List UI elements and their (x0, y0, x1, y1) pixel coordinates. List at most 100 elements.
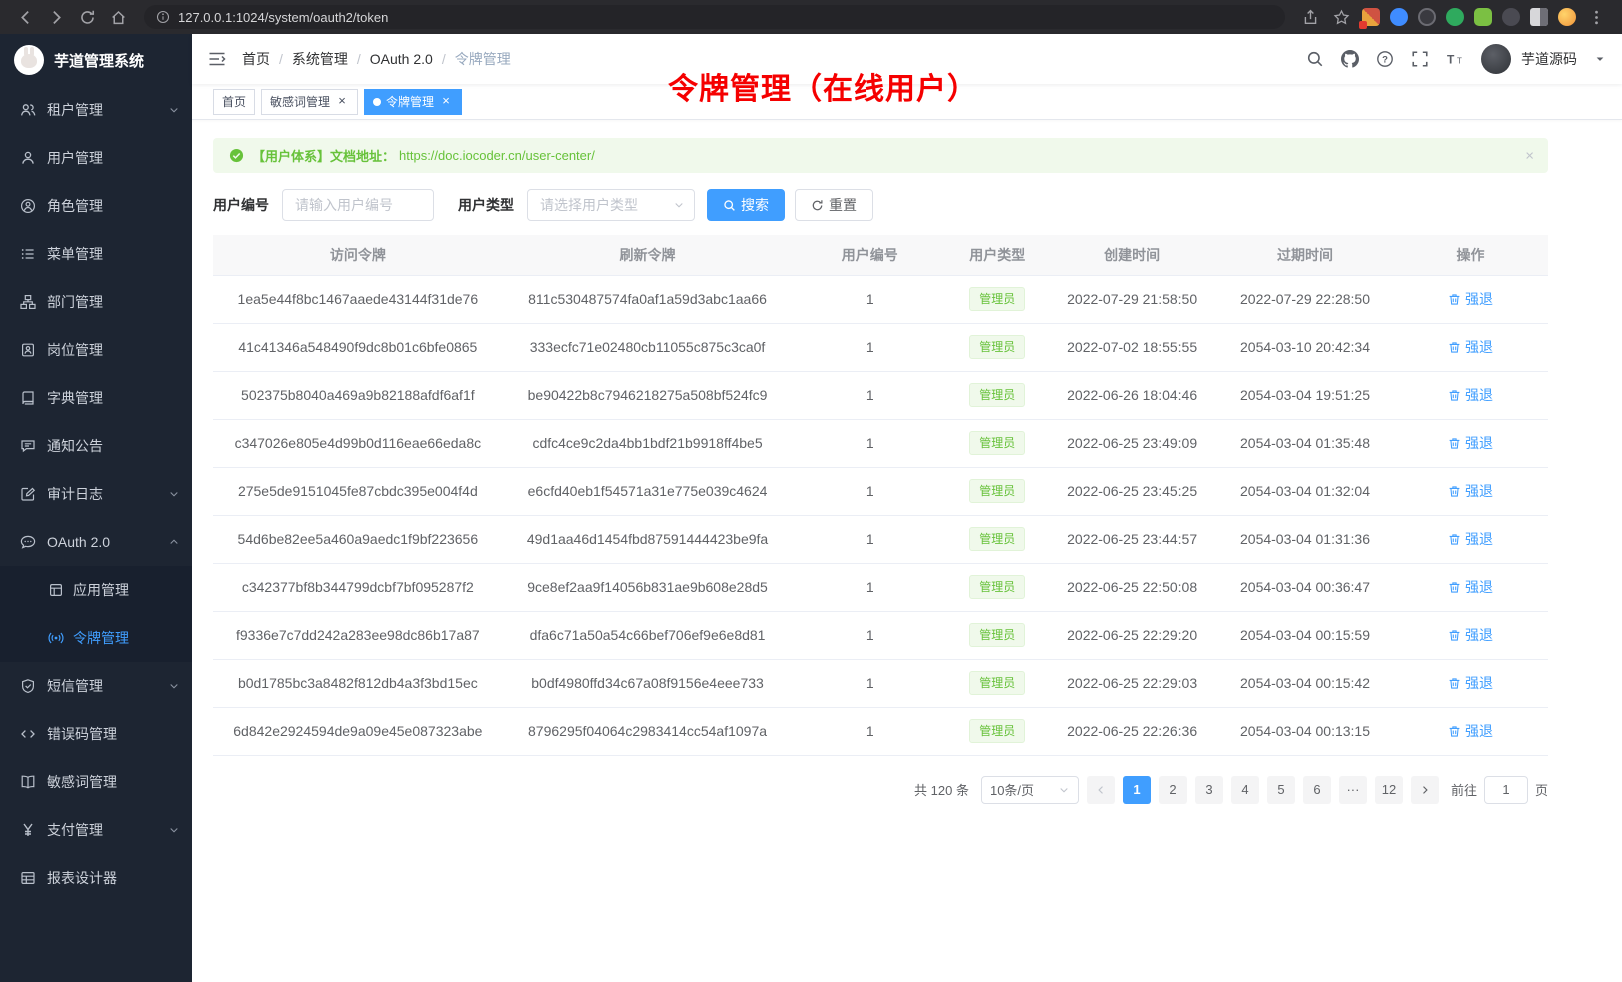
page-button-12[interactable]: 12 (1375, 776, 1403, 804)
user-type-tag: 管理员 (969, 575, 1025, 599)
chevron-down-icon (168, 824, 180, 836)
user-type-cell: 管理员 (947, 323, 1047, 371)
forward-button[interactable] (48, 9, 65, 26)
user-avatar[interactable] (1481, 44, 1511, 74)
filter-form: 用户编号 用户类型 请选择用户类型 搜索 重置 (213, 189, 1548, 221)
search-icon[interactable] (1306, 50, 1324, 68)
user-type-cell: 管理员 (947, 611, 1047, 659)
app-logo[interactable]: 芋道管理系统 (0, 34, 192, 86)
extension-icon[interactable] (1418, 8, 1436, 26)
broadcast-icon (48, 630, 64, 646)
sidebar-item-pay[interactable]: 支付管理 (0, 806, 192, 854)
table-row: 54d6be82ee5a460a9aedc1f9bf22365649d1aa46… (213, 515, 1548, 563)
tab-sensitive-word[interactable]: 敏感词管理 × (261, 89, 358, 115)
force-logout-button[interactable]: 强退 (1448, 625, 1493, 645)
force-logout-button[interactable]: 强退 (1448, 289, 1493, 309)
address-bar[interactable]: 127.0.0.1:1024/system/oauth2/token (144, 5, 1285, 29)
sidebar-item-dict[interactable]: 字典管理 (0, 374, 192, 422)
site-info-icon[interactable] (156, 10, 170, 24)
back-button[interactable] (17, 9, 34, 26)
sidebar-item-tenant[interactable]: 租户管理 (0, 86, 192, 134)
github-icon[interactable] (1341, 50, 1359, 68)
close-icon[interactable]: × (335, 95, 349, 109)
sidebar-item-role[interactable]: 角色管理 (0, 182, 192, 230)
share-icon[interactable] (1302, 9, 1319, 26)
user-id-cell: 1 (792, 515, 947, 563)
sidebar-item-oauth2-token[interactable]: 令牌管理 (0, 614, 192, 662)
user-id-input[interactable] (282, 189, 434, 221)
action-cell: 强退 (1393, 419, 1548, 467)
tab-label: 敏感词管理 (270, 93, 330, 110)
extension-icon[interactable] (1362, 8, 1380, 26)
user-type-select[interactable]: 请选择用户类型 (527, 189, 695, 221)
goto-page-input[interactable] (1484, 776, 1528, 804)
page-button-5[interactable]: 5 (1267, 776, 1295, 804)
force-logout-button[interactable]: 强退 (1448, 529, 1493, 549)
doc-link[interactable]: https://doc.iocoder.cn/user-center/ (399, 148, 595, 163)
sidebar-item-notice[interactable]: 通知公告 (0, 422, 192, 470)
more-pages-button[interactable]: ··· (1339, 776, 1367, 804)
font-size-icon[interactable]: TT (1446, 50, 1464, 68)
breadcrumb-item[interactable]: 首页 (242, 49, 270, 69)
extension-icon[interactable] (1502, 8, 1520, 26)
access-token-cell: 6d842e2924594de9a09e45e087323abe (213, 707, 503, 755)
browser-profile-avatar[interactable] (1558, 8, 1576, 26)
sidebar-item-dept[interactable]: 部门管理 (0, 278, 192, 326)
force-logout-label: 强退 (1465, 385, 1493, 405)
reset-button[interactable]: 重置 (795, 189, 873, 221)
column-header: 过期时间 (1217, 235, 1393, 275)
help-icon[interactable]: ? (1376, 50, 1394, 68)
close-icon[interactable]: × (439, 95, 453, 109)
fullscreen-icon[interactable] (1411, 50, 1429, 68)
force-logout-button[interactable]: 强退 (1448, 385, 1493, 405)
extension-icon[interactable] (1474, 8, 1492, 26)
sidebar-item-post[interactable]: 岗位管理 (0, 326, 192, 374)
side-panel-icon[interactable] (1530, 8, 1548, 26)
sidebar-item-report[interactable]: 报表设计器 (0, 854, 192, 902)
force-logout-button[interactable]: 强退 (1448, 481, 1493, 501)
reload-button[interactable] (79, 9, 96, 26)
page-size-select[interactable]: 10条/页 (981, 776, 1079, 804)
caret-down-icon[interactable] (1594, 53, 1606, 65)
force-logout-button[interactable]: 强退 (1448, 577, 1493, 597)
search-button[interactable]: 搜索 (707, 189, 785, 221)
bookmark-star-icon[interactable] (1333, 9, 1350, 26)
page-button-3[interactable]: 3 (1195, 776, 1223, 804)
sidebar-item-oauth2[interactable]: OAuth 2.0 (0, 518, 192, 566)
main-area: 首页/系统管理/OAuth 2.0/令牌管理 ? TT 芋道源码 首页敏感词管理… (192, 34, 1622, 982)
next-page-button[interactable] (1411, 776, 1439, 804)
force-logout-button[interactable]: 强退 (1448, 433, 1493, 453)
extension-icon[interactable] (1446, 8, 1464, 26)
extension-icon[interactable] (1390, 8, 1408, 26)
force-logout-label: 强退 (1465, 673, 1493, 693)
tab-home[interactable]: 首页 (213, 89, 255, 115)
expire-time-cell: 2054-03-04 01:35:48 (1217, 419, 1393, 467)
refresh-token-cell: be90422b8c7946218275a508bf524fc9 (503, 371, 793, 419)
browser-menu-icon[interactable] (1588, 9, 1605, 26)
sidebar-item-menu[interactable]: 菜单管理 (0, 230, 192, 278)
sidebar-item-sms[interactable]: 短信管理 (0, 662, 192, 710)
home-button[interactable] (110, 9, 127, 26)
prev-page-button[interactable] (1087, 776, 1115, 804)
force-logout-button[interactable]: 强退 (1448, 673, 1493, 693)
tab-token[interactable]: 令牌管理× (364, 89, 462, 115)
page-button-6[interactable]: 6 (1303, 776, 1331, 804)
breadcrumb-item[interactable]: 系统管理 (292, 49, 348, 69)
sidebar-fold-icon[interactable] (208, 50, 226, 68)
page-button-1[interactable]: 1 (1123, 776, 1151, 804)
table-row: f9336e7c7dd242a283ee98dc86b17a87dfa6c71a… (213, 611, 1548, 659)
force-logout-button[interactable]: 强退 (1448, 721, 1493, 741)
refresh-token-cell: b0df4980ffd34c67a08f9156e4eee733 (503, 659, 793, 707)
alert-close-icon[interactable]: × (1525, 147, 1534, 164)
sidebar-item-audit-log[interactable]: 审计日志 (0, 470, 192, 518)
sidebar-item-oauth2-app[interactable]: 应用管理 (0, 566, 192, 614)
column-header: 操作 (1393, 235, 1548, 275)
breadcrumb-item[interactable]: OAuth 2.0 (370, 51, 433, 67)
sidebar-item-error-code[interactable]: 错误码管理 (0, 710, 192, 758)
page-button-2[interactable]: 2 (1159, 776, 1187, 804)
sidebar-item-sensitive-word[interactable]: 敏感词管理 (0, 758, 192, 806)
refresh-token-cell: e6cfd40eb1f54571a31e775e039c4624 (503, 467, 793, 515)
sidebar-item-user[interactable]: 用户管理 (0, 134, 192, 182)
page-button-4[interactable]: 4 (1231, 776, 1259, 804)
force-logout-button[interactable]: 强退 (1448, 337, 1493, 357)
